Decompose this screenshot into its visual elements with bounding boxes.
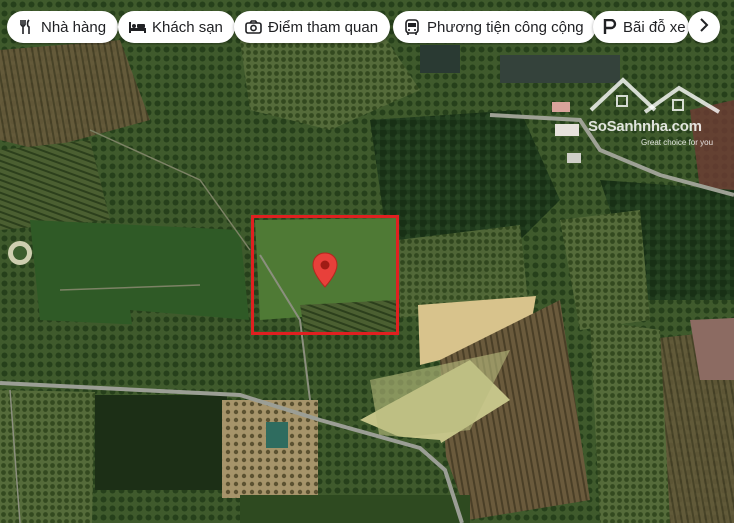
location-pin-icon[interactable] xyxy=(312,252,338,288)
chip-restaurants[interactable]: Nhà hàng xyxy=(7,11,119,43)
house-roof-logo-icon xyxy=(589,77,721,114)
chip-attractions[interactable]: Điểm tham quan xyxy=(234,11,391,43)
filter-chip-bar: Nhà hàng Khách sạn Điểm tham quan Phương… xyxy=(0,11,734,45)
chip-public-transit[interactable]: Phương tiện công cộng xyxy=(393,11,596,43)
parking-icon xyxy=(603,18,617,36)
scroll-chips-right-button[interactable] xyxy=(688,11,720,43)
watermark-logo: SoSanhnha.com Great choice for you xyxy=(583,74,725,154)
watermark-name: SoSanhnha.com xyxy=(588,118,702,135)
watermark-tagline: Great choice for you xyxy=(641,138,714,147)
bus-icon xyxy=(403,18,421,36)
camera-icon xyxy=(244,18,262,36)
bed-icon xyxy=(128,18,146,36)
chip-parking[interactable]: Bãi đỗ xe xyxy=(593,11,689,43)
satellite-map[interactable]: SoSanhnha.com Great choice for you xyxy=(0,0,734,523)
chevron-right-icon xyxy=(699,17,709,37)
chip-hotels[interactable]: Khách sạn xyxy=(118,11,235,43)
fork-knife-icon xyxy=(17,18,35,36)
